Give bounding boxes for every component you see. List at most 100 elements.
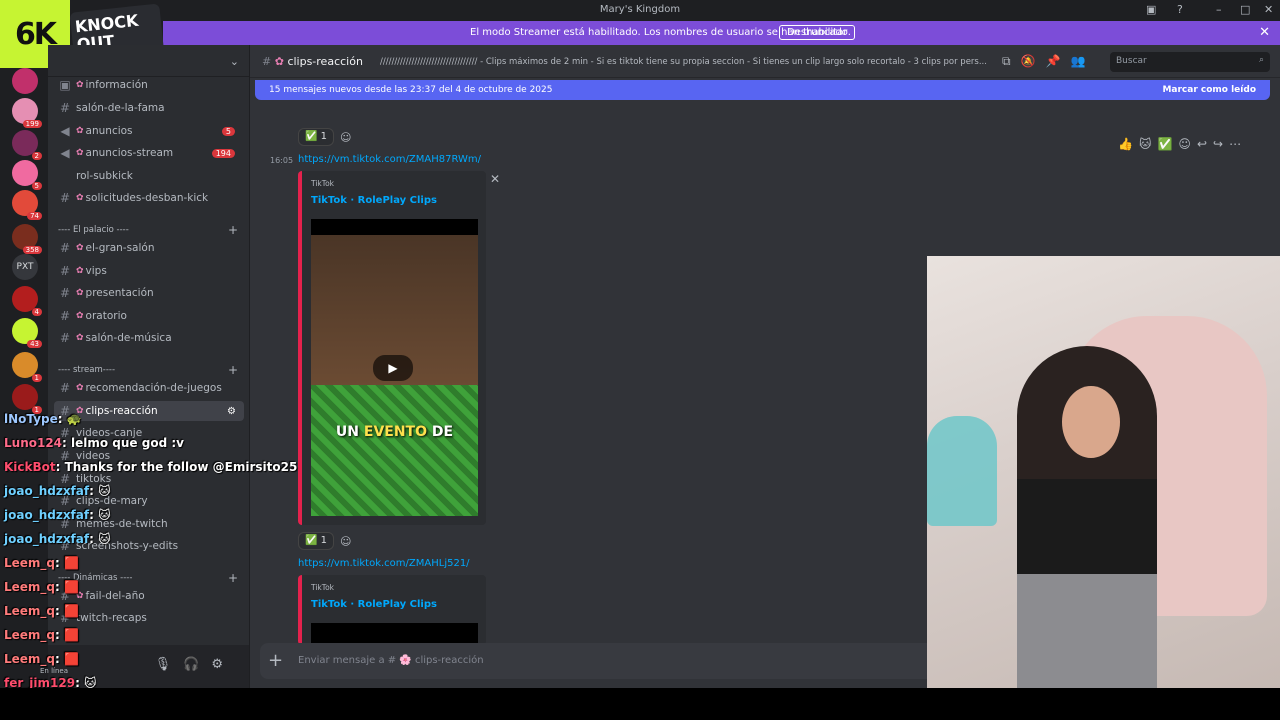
close-banner-icon[interactable]: ✕ [1259,25,1270,40]
channel-twitch-recaps[interactable]: # twitch-recaps [54,608,244,628]
channel-presentacion[interactable]: # ✿ presentación [54,283,244,303]
video-player[interactable] [311,623,478,645]
server-icon[interactable]: 43 [12,318,42,348]
tiktok-link[interactable]: https://vm.tiktok.com/ZMAHLj521/ [298,558,470,569]
pin-icon[interactable]: 📌 [1046,54,1071,68]
chat-message: : 🟥 [55,628,79,642]
more-icon[interactable]: ⋯ [1229,137,1247,151]
reaction-check[interactable]: ✅ 1 [298,532,335,550]
minimize-button[interactable]: – [1216,3,1222,16]
channel-anuncios-stream[interactable]: ◀ ✿ anuncios-stream 194 [54,143,244,163]
disable-streamer-button[interactable]: Deshabilitar [779,25,856,40]
add-channel-icon[interactable]: + [228,223,238,237]
check-icon[interactable]: ✅ [1157,137,1178,151]
channel-label: fail-del-año [85,590,145,602]
chat-line: joao_hdzxfaf: 🐱 [4,484,111,498]
server-icon[interactable]: 74 [12,190,42,220]
add-attachment-icon[interactable]: + [268,650,283,671]
server-icon[interactable] [12,68,38,94]
headphones-icon[interactable]: 🎧 [183,657,211,672]
add-reaction-icon[interactable]: ☺ [1178,137,1197,151]
channel-clips-reaccion[interactable]: # ✿ clips-reacción ⚙ [54,401,244,421]
channel-label: rol-subkick [76,170,133,182]
category-el-palacio[interactable]: ---- El palacio ---- + [58,223,238,237]
chat-user: joao_hdzxfaf [4,532,90,546]
search-placeholder: Buscar [1116,56,1147,66]
chat-user: KickBot [4,460,56,474]
channel-topic[interactable]: ////////////////////////////////// - Cli… [380,57,992,67]
threads-icon[interactable]: ⧉ [1002,54,1021,68]
caption-highlight: EVENTO [363,424,428,440]
embed-title[interactable]: TikTok · RolePlay Clips [311,195,437,206]
chat-message: : 🟥 [55,556,79,570]
microphone-icon[interactable]: 🎙 [155,657,184,672]
forward-icon[interactable]: ↪ [1213,137,1229,151]
flower-icon: ✿ [76,288,84,298]
server-icon[interactable]: 1 [12,352,42,382]
channel-anuncios[interactable]: ◀ ✿ anuncios 5 [54,121,244,141]
settings-icon[interactable]: ⚙ [227,406,236,417]
cat-emoji-icon[interactable]: 🐱 [1139,137,1158,151]
add-channel-icon[interactable]: + [228,571,238,585]
embed-provider: TikTok [311,583,335,592]
new-messages-bar[interactable]: 15 mensajes nuevos desde las 23:37 del 4… [255,80,1270,100]
reaction-emoji: ✅ [305,535,318,546]
category-stream[interactable]: ---- stream---- + [58,363,238,377]
server-icon[interactable]: 5 [12,160,42,190]
user-controls: 🎙🎧⚙ [155,657,235,672]
streamer-webcam [927,256,1280,720]
server-icon[interactable]: 4 [12,286,42,316]
help-icon[interactable]: ? [1177,3,1183,16]
add-reaction-icon[interactable]: ☺ [340,535,351,548]
server-icon[interactable]: 199 [12,98,42,128]
add-channel-icon[interactable]: + [228,363,238,377]
members-icon[interactable]: 👥 [1070,54,1095,68]
server-icon[interactable]: 1 [12,384,42,414]
channel-fail-del-ano[interactable]: # ✿ fail-del-año [54,586,244,606]
close-window-button[interactable]: ✕ [1264,3,1273,16]
maximize-button[interactable]: □ [1240,3,1250,16]
channel-informacion[interactable]: ▣ ✿ información [54,75,244,95]
channel-label: información [85,79,148,91]
chat-message: : 🐱 [89,484,111,498]
channel-el-gran-salon[interactable]: # ✿ el-gran-salón [54,238,244,258]
video-player[interactable]: ▶ UN EVENTO DE [311,219,478,516]
user-settings-icon[interactable]: ⚙ [211,657,235,672]
thumbs-up-icon[interactable]: 👍 [1118,137,1139,151]
mark-read-button[interactable]: Marcar como leído [1162,85,1256,95]
video-grass [311,385,478,516]
reply-icon[interactable]: ↩ [1197,137,1213,151]
chat-user: joao_hdzxfaf [4,484,90,498]
hash-icon: # [59,286,71,300]
server-header[interactable]: ⌄ [48,45,249,77]
server-icon[interactable]: 2 [12,130,42,160]
channel-salon-de-la-fama[interactable]: # salón-de-la-fama [54,98,244,118]
channel-oratorio[interactable]: # ✿ oratorio [54,306,244,326]
video-caption: UN EVENTO DE [311,424,478,440]
server-pxt[interactable]: PXT [12,254,38,280]
hash-icon: # [59,264,71,278]
chevron-down-icon[interactable]: ⌄ [230,55,239,68]
add-reaction-icon[interactable]: ☺ [340,131,351,144]
flower-icon: ✿ [76,126,84,136]
server-icon[interactable]: 358 [12,224,42,254]
chat-message: : 🐢 [57,412,82,426]
search-input[interactable]: Buscar ⌕ [1110,52,1270,72]
embed-title[interactable]: TikTok · RolePlay Clips [311,599,437,610]
tiktok-link[interactable]: https://vm.tiktok.com/ZMAH87RWm/ [298,154,481,165]
channel-recomendacion[interactable]: # ✿ recomendación-de-juegos [54,378,244,398]
mute-icon[interactable]: 🔕 [1021,54,1046,68]
close-icon[interactable]: ✕ [490,172,500,186]
chat-user: Leem_q [4,652,56,666]
channel-salon-de-musica[interactable]: # ✿ salón-de-música [54,328,244,348]
mention-badge: 194 [211,148,235,158]
chat-line: Leem_q: 🟥 [4,628,79,642]
channel-solicitudes[interactable]: # ✿ solicitudes-desban-kick [54,188,244,208]
reaction-check[interactable]: ✅ 1 [298,128,335,146]
channel-rol-subkick[interactable]: rol-subkick [54,166,244,186]
window-titlebar: Mary's Kingdom ▣ ? – □ ✕ [0,0,1280,21]
inbox-icon[interactable]: ▣ [1146,3,1156,16]
channel-vips[interactable]: # ✿ vips [54,261,244,281]
play-icon[interactable]: ▶ [373,355,413,381]
caption-part: DE [427,424,454,440]
